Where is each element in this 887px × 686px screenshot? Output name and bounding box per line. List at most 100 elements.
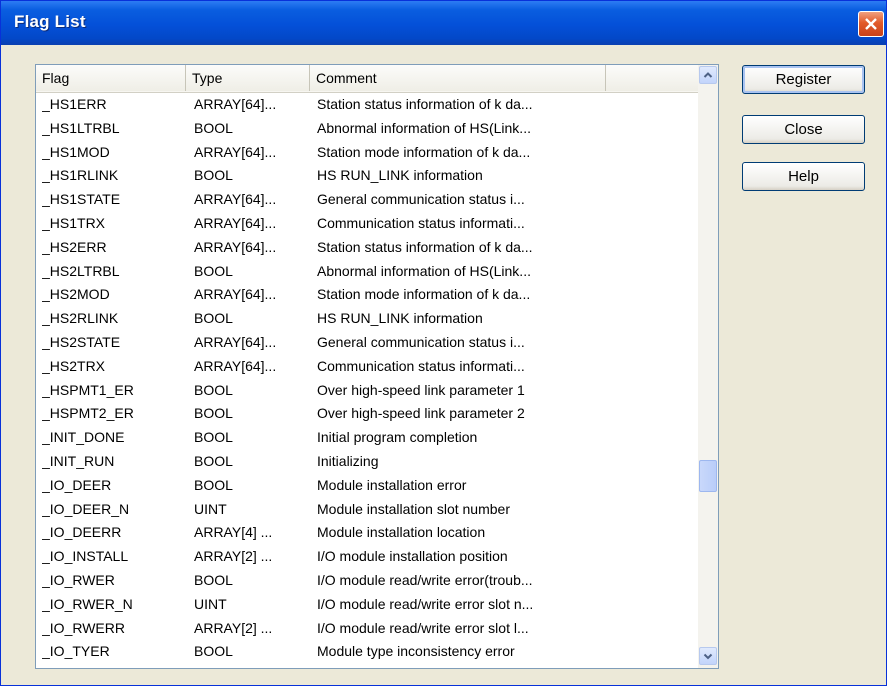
type-cell: UINT bbox=[194, 595, 227, 612]
type-cell: ARRAY[64]... bbox=[194, 334, 277, 350]
type-cell: BOOL bbox=[194, 405, 233, 422]
comment-cell: Over high-speed link parameter 1 bbox=[317, 381, 525, 398]
table-row[interactable]: _HS1LTRBL BOOL Abnormal information of HS(… bbox=[36, 117, 698, 141]
flag-cell: _HS1ERR bbox=[42, 96, 107, 112]
type-cell: ARRAY[2] ... bbox=[194, 548, 273, 565]
comment-cell: Module installation error bbox=[317, 476, 467, 493]
flag-cell: _HS2RLINK bbox=[42, 310, 119, 327]
comment-cell: Station mode information of k da... bbox=[317, 286, 531, 303]
flag-cell: _HS1STATE bbox=[42, 191, 121, 208]
flag-cell: _IO_RWERR bbox=[42, 619, 125, 636]
scrollbar-thumb[interactable] bbox=[699, 460, 717, 492]
list-header: Flag Type Comment bbox=[36, 65, 698, 93]
close-window-button[interactable] bbox=[858, 11, 884, 37]
flag-cell: _HS1TRX bbox=[42, 215, 106, 231]
flag-cell: _INIT_RUN bbox=[42, 453, 115, 469]
scroll-down-button[interactable] bbox=[699, 647, 717, 665]
table-row[interactable]: _HS1RLINK BOOL HS RUN_LINK information bbox=[36, 164, 698, 188]
type-cell: BOOL bbox=[194, 310, 233, 327]
flag-cell: _HS2MOD bbox=[42, 286, 110, 303]
arrow-down-icon bbox=[703, 653, 713, 660]
type-cell: BOOL bbox=[194, 381, 233, 398]
comment-cell: I/O module read/write error slot l... bbox=[317, 619, 529, 636]
table-row[interactable]: _HS1ERR ARRAY[64]... Station status inform… bbox=[36, 93, 698, 117]
comment-cell: Module installation location bbox=[317, 524, 486, 541]
table-row[interactable]: _IO_DEERR ARRAY[4] ... Module installation… bbox=[36, 521, 698, 545]
table-row[interactable]: _HS1TRX ARRAY[64]... Communication status … bbox=[36, 212, 698, 236]
flag-cell: _HS1LTRBL bbox=[42, 119, 120, 136]
flag-cell: _HSPMT1_ER bbox=[42, 381, 134, 398]
table-row[interactable]: _HS1MOD ARRAY[64]... Station mode informat… bbox=[36, 141, 698, 165]
table-row[interactable]: _HS2TRX ARRAY[64]... Communication status … bbox=[36, 355, 698, 379]
table-row[interactable]: _HSPMT1_ER BOOL Over high-speed link param… bbox=[36, 379, 698, 403]
table-row[interactable]: _IO_INSTALL ARRAY[2] ... I/O module instal… bbox=[36, 545, 698, 569]
flag-cell: _HS2STATE bbox=[42, 334, 121, 350]
flag-cell: _IO_RWER bbox=[42, 572, 115, 588]
flag-cell: _IO_DEERR bbox=[42, 524, 122, 541]
flag-cell: _HS1RLINK bbox=[42, 167, 119, 184]
close-button[interactable]: Close bbox=[742, 115, 865, 144]
type-cell: ARRAY[64]... bbox=[194, 286, 277, 303]
column-header-type[interactable]: Type bbox=[186, 65, 310, 91]
flag-list[interactable]: Flag Type Comment _HS1ERR ARRAY[64]... Sta… bbox=[35, 64, 719, 669]
comment-cell: Initializing bbox=[317, 453, 379, 469]
scroll-up-button[interactable] bbox=[699, 66, 717, 84]
flag-cell: _HS1MOD bbox=[42, 143, 110, 160]
type-cell: BOOL bbox=[194, 119, 233, 136]
type-cell: ARRAY[64]... bbox=[194, 96, 277, 112]
type-cell: ARRAY[64]... bbox=[194, 143, 277, 160]
table-row[interactable]: _IO_DEER BOOL Module installation error bbox=[36, 474, 698, 498]
table-row[interactable]: _HS2STATE ARRAY[64]... General communicati… bbox=[36, 331, 698, 355]
comment-cell: I/O module read/write error(troub... bbox=[317, 572, 533, 588]
register-button[interactable]: Register bbox=[742, 65, 865, 94]
table-row[interactable]: _INIT_DONE BOOL Initial program completion bbox=[36, 426, 698, 450]
table-row[interactable]: _HS2RLINK BOOL HS RUN_LINK information bbox=[36, 307, 698, 331]
table-row[interactable]: _HS1STATE ARRAY[64]... General communicati… bbox=[36, 188, 698, 212]
comment-cell: Station mode information of k da... bbox=[317, 143, 531, 160]
table-row[interactable]: _IO_RWER BOOL I/O module read/write error(… bbox=[36, 569, 698, 593]
column-header-extra[interactable] bbox=[606, 65, 698, 91]
type-cell: BOOL bbox=[194, 167, 233, 184]
type-cell: ARRAY[64]... bbox=[194, 215, 277, 231]
arrow-up-icon bbox=[703, 72, 713, 78]
flag-cell: _IO_DEER_N bbox=[42, 500, 130, 517]
comment-cell: Station status information of k da... bbox=[317, 238, 533, 255]
type-cell: BOOL bbox=[194, 572, 233, 588]
vertical-scrollbar[interactable] bbox=[698, 65, 718, 668]
help-button[interactable]: Help bbox=[742, 162, 865, 191]
comment-cell: Module installation slot number bbox=[317, 500, 510, 517]
table-row[interactable]: _INIT_RUN BOOL Initializing bbox=[36, 450, 698, 474]
table-row[interactable]: _IO_RWER_N UINT I/O module read/write erro… bbox=[36, 593, 698, 617]
type-cell: ARRAY[2] ... bbox=[194, 619, 273, 636]
comment-cell: Abnormal information of HS(Link... bbox=[317, 262, 531, 279]
flag-cell: _HSPMT2_ER bbox=[42, 405, 134, 422]
column-header-comment[interactable]: Comment bbox=[310, 65, 606, 91]
flag-list-dialog: Flag List Flag Type Comment _HS1ERR ARRAY… bbox=[0, 0, 887, 686]
comment-cell: Module type inconsistency error bbox=[317, 643, 515, 660]
type-cell: BOOL bbox=[194, 262, 233, 279]
close-icon bbox=[865, 18, 877, 30]
table-row[interactable]: _HS2LTRBL BOOL Abnormal information of HS(… bbox=[36, 260, 698, 284]
comment-cell: Communication status informati... bbox=[317, 215, 525, 231]
table-row[interactable]: _HS2MOD ARRAY[64]... Station mode informat… bbox=[36, 283, 698, 307]
table-row[interactable]: _HSPMT2_ER BOOL Over high-speed link param… bbox=[36, 402, 698, 426]
flag-cell: _IO_TYER bbox=[42, 643, 110, 660]
table-row[interactable]: _IO_DEER_N UINT Module installation slot n… bbox=[36, 498, 698, 522]
title-bar[interactable]: Flag List bbox=[1, 1, 886, 45]
window-title: Flag List bbox=[14, 12, 86, 31]
table-row[interactable]: _IO_TYER BOOL Module type inconsistency er… bbox=[36, 640, 698, 664]
type-cell: BOOL bbox=[194, 453, 233, 469]
type-cell: BOOL bbox=[194, 476, 233, 493]
table-row[interactable]: _IO_RWERR ARRAY[2] ... I/O module read/wri… bbox=[36, 617, 698, 641]
comment-cell: Initial program completion bbox=[317, 429, 478, 446]
comment-cell: General communication status i... bbox=[317, 191, 525, 208]
type-cell: ARRAY[64]... bbox=[194, 357, 277, 374]
comment-cell: General communication status i... bbox=[317, 334, 525, 350]
flag-cell: _IO_RWER_N bbox=[42, 595, 133, 612]
comment-cell: Over high-speed link parameter 2 bbox=[317, 405, 525, 422]
table-row[interactable]: _HS2ERR ARRAY[64]... Station status inform… bbox=[36, 236, 698, 260]
type-cell: ARRAY[64]... bbox=[194, 238, 277, 255]
comment-cell: Abnormal information of HS(Link... bbox=[317, 119, 531, 136]
comment-cell: I/O module installation position bbox=[317, 548, 508, 565]
column-header-flag[interactable]: Flag bbox=[36, 65, 186, 91]
